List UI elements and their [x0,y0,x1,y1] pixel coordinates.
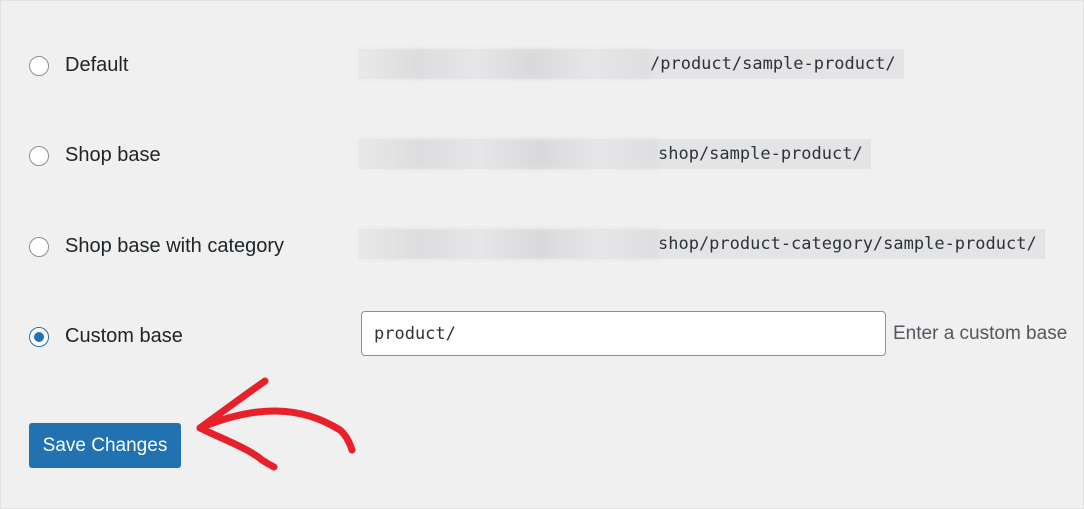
annotation-arrow-icon [196,377,356,471]
